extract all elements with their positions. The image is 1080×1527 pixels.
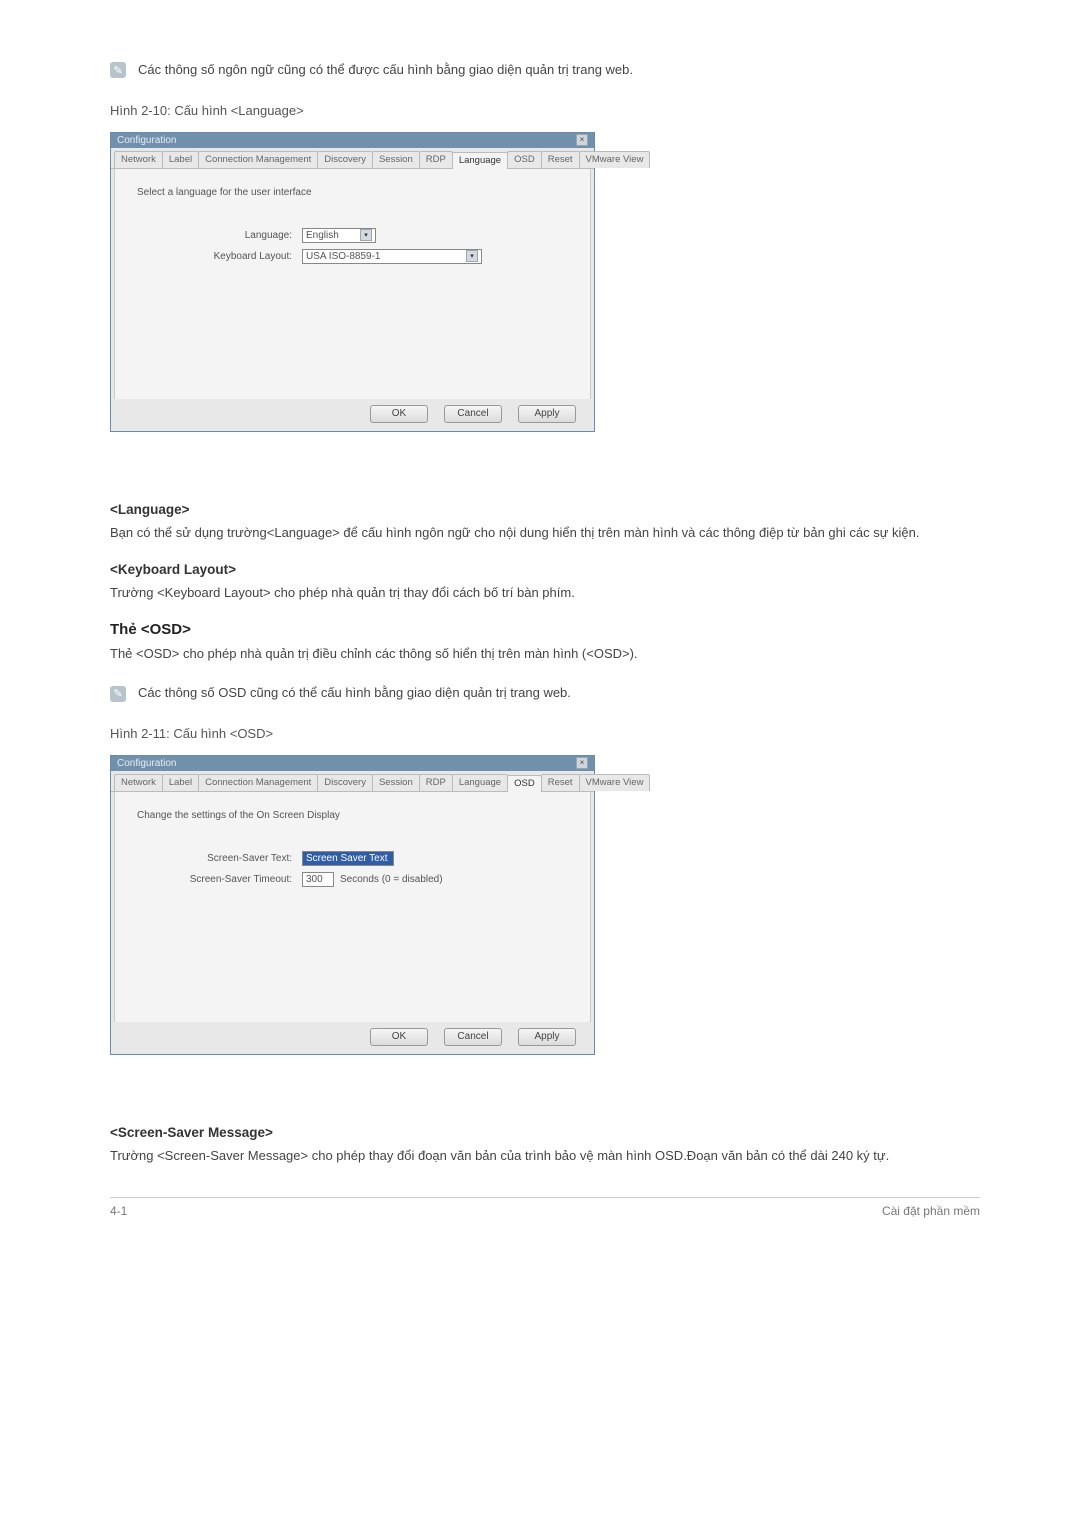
page-footer: 4-1 Cài đặt phần mềm xyxy=(110,1197,980,1218)
tab-discovery[interactable]: Discovery xyxy=(317,774,373,791)
label-screensaver-timeout-suffix: Seconds (0 = disabled) xyxy=(340,874,443,885)
tab-language[interactable]: Language xyxy=(452,774,508,791)
tab-reset[interactable]: Reset xyxy=(541,774,580,791)
chevron-down-icon: ▾ xyxy=(466,250,478,262)
input-screensaver-text[interactable]: Screen Saver Text xyxy=(302,851,394,866)
footer-page-number: 4-1 xyxy=(110,1204,127,1218)
select-language-value: English xyxy=(306,230,339,241)
configuration-dialog-osd: Configuration × Network Label Connection… xyxy=(110,755,595,1055)
apply-button[interactable]: Apply xyxy=(518,405,576,423)
tab-osd[interactable]: OSD xyxy=(507,775,542,792)
heading-keyboard-layout: <Keyboard Layout> xyxy=(110,562,980,577)
tab-vmware-view[interactable]: VMware View xyxy=(579,151,651,168)
chevron-down-icon: ▾ xyxy=(360,229,372,241)
tab-rdp[interactable]: RDP xyxy=(419,774,453,791)
tab-osd[interactable]: OSD xyxy=(507,151,542,168)
configuration-dialog-language: Configuration × Network Label Connection… xyxy=(110,132,595,432)
tab-rdp[interactable]: RDP xyxy=(419,151,453,168)
ok-button[interactable]: OK xyxy=(370,1028,428,1046)
paragraph-screensaver-message: Trường <Screen-Saver Message> cho phép t… xyxy=(110,1146,980,1167)
paragraph-language: Bạn có thể sử dụng trường<Language> để c… xyxy=(110,523,980,544)
row-screensaver-timeout: Screen-Saver Timeout: 300 Seconds (0 = d… xyxy=(137,872,568,887)
label-keyboard-layout: Keyboard Layout: xyxy=(137,251,302,262)
tab-language[interactable]: Language xyxy=(452,152,508,169)
heading-screensaver-message: <Screen-Saver Message> xyxy=(110,1125,980,1140)
dialog-osd-wrap: Configuration × Network Label Connection… xyxy=(110,755,980,1055)
tab-vmware-view[interactable]: VMware View xyxy=(579,774,651,791)
heading-language: <Language> xyxy=(110,502,980,517)
tab-session[interactable]: Session xyxy=(372,774,420,791)
info-icon: ✎ xyxy=(110,686,126,702)
figure-caption-1: Hình 2-10: Cấu hình <Language> xyxy=(110,103,980,118)
label-screensaver-text: Screen-Saver Text: xyxy=(137,853,302,864)
dialog-footer-2: OK Cancel Apply xyxy=(111,1022,594,1054)
tab-connection-management[interactable]: Connection Management xyxy=(198,774,318,791)
dialog-description-1: Select a language for the user interface xyxy=(137,187,568,198)
tab-network[interactable]: Network xyxy=(114,774,163,791)
dialog-title-text: Configuration xyxy=(117,758,176,769)
close-button[interactable]: × xyxy=(576,757,588,769)
tabstrip-1: Network Label Connection Management Disc… xyxy=(111,148,594,169)
footer-section-title: Cài đặt phần mềm xyxy=(882,1204,980,1218)
select-keyboard-layout[interactable]: USA ISO-8859-1 ▾ xyxy=(302,249,482,264)
cancel-button[interactable]: Cancel xyxy=(444,405,502,423)
select-keyboard-layout-value: USA ISO-8859-1 xyxy=(306,251,380,262)
select-language[interactable]: English ▾ xyxy=(302,228,376,243)
info-icon: ✎ xyxy=(110,62,126,78)
tab-reset[interactable]: Reset xyxy=(541,151,580,168)
tab-connection-management[interactable]: Connection Management xyxy=(198,151,318,168)
input-screensaver-timeout-value: 300 xyxy=(306,874,323,885)
tabstrip-2: Network Label Connection Management Disc… xyxy=(111,771,594,792)
cancel-button[interactable]: Cancel xyxy=(444,1028,502,1046)
dialog-footer-1: OK Cancel Apply xyxy=(111,399,594,431)
tab-session[interactable]: Session xyxy=(372,151,420,168)
dialog-titlebar: Configuration × xyxy=(111,133,594,148)
figure-caption-2: Hình 2-11: Cấu hình <OSD> xyxy=(110,726,980,741)
tab-network[interactable]: Network xyxy=(114,151,163,168)
note-text-1: Các thông số ngôn ngữ cũng có thể được c… xyxy=(138,60,633,81)
note-row-2: ✎ Các thông số OSD cũng có thể cấu hình … xyxy=(110,683,980,704)
ok-button[interactable]: OK xyxy=(370,405,428,423)
tab-discovery[interactable]: Discovery xyxy=(317,151,373,168)
input-screensaver-text-value: Screen Saver Text xyxy=(306,853,388,864)
dialog-description-2: Change the settings of the On Screen Dis… xyxy=(137,810,568,821)
heading-osd-tab: Thẻ <OSD> xyxy=(110,621,980,638)
paragraph-keyboard-layout: Trường <Keyboard Layout> cho phép nhà qu… xyxy=(110,583,980,604)
row-screensaver-text: Screen-Saver Text: Screen Saver Text xyxy=(137,851,568,866)
paragraph-osd-tab: Thẻ <OSD> cho phép nhà quản trị điều chỉ… xyxy=(110,644,980,665)
row-language: Language: English ▾ xyxy=(137,228,568,243)
close-button[interactable]: × xyxy=(576,134,588,146)
dialog-body-2: Change the settings of the On Screen Dis… xyxy=(114,792,591,1022)
note-text-2: Các thông số OSD cũng có thể cấu hình bằ… xyxy=(138,683,571,704)
note-row-1: ✎ Các thông số ngôn ngữ cũng có thể được… xyxy=(110,60,980,81)
label-screensaver-timeout: Screen-Saver Timeout: xyxy=(137,874,302,885)
input-screensaver-timeout[interactable]: 300 xyxy=(302,872,334,887)
tab-label[interactable]: Label xyxy=(162,151,199,168)
label-language: Language: xyxy=(137,230,302,241)
apply-button[interactable]: Apply xyxy=(518,1028,576,1046)
dialog-titlebar: Configuration × xyxy=(111,756,594,771)
dialog-title-text: Configuration xyxy=(117,135,176,146)
tab-label[interactable]: Label xyxy=(162,774,199,791)
dialog-body-1: Select a language for the user interface… xyxy=(114,169,591,399)
dialog-language-wrap: Configuration × Network Label Connection… xyxy=(110,132,980,432)
row-keyboard-layout: Keyboard Layout: USA ISO-8859-1 ▾ xyxy=(137,249,568,264)
